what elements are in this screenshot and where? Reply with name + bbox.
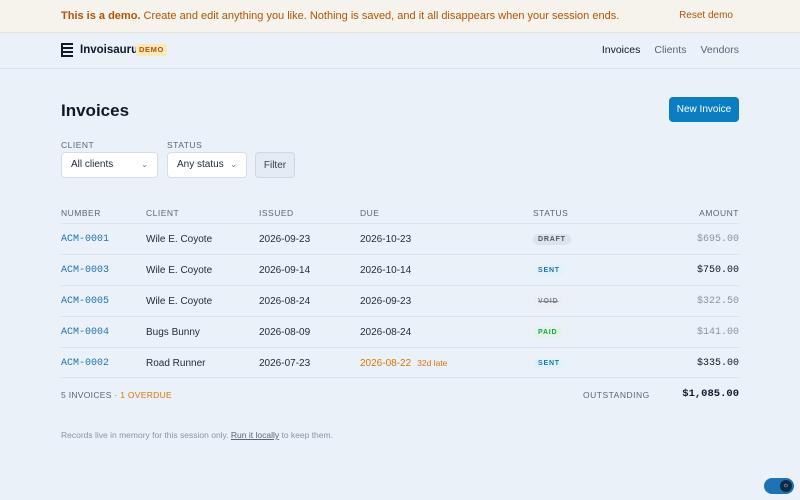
status-badge: DRAFT — [533, 234, 571, 245]
invoice-due-value: 2026-09-23 — [360, 296, 412, 307]
invoice-client: Wile E. Coyote — [146, 296, 213, 307]
client-select-value: All clients — [71, 159, 114, 170]
nav-link-clients[interactable]: Clients — [654, 44, 686, 56]
late-indicator: 32d late — [417, 358, 448, 368]
session-note-tail: to keep them. — [279, 430, 333, 440]
brand-name[interactable]: Invoisaurus — [80, 44, 145, 56]
invoice-count-summary: 5 INVOICES · 1 OVERDUE — [61, 390, 172, 400]
top-nav: Invoisaurus DEMO Invoices Clients Vendors — [0, 33, 800, 69]
invoice-due-value: 2026-10-14 — [360, 265, 412, 276]
invoice-client: Wile E. Coyote — [146, 265, 213, 276]
invoice-due-date: 2026-08-22 32d late — [360, 358, 447, 369]
nav-link-invoices[interactable]: Invoices — [602, 44, 641, 56]
outstanding-label: OUTSTANDING — [583, 390, 650, 400]
page-title: Invoices — [61, 101, 130, 120]
table-row[interactable]: ACM-0004 Bugs Bunny 2026-08-09 2026-08-24 PA… — [0, 317, 800, 348]
column-header-due: DUE — [360, 208, 380, 218]
column-header-amount: AMOUNT — [699, 208, 739, 218]
status-badge: PAID — [533, 327, 563, 338]
table-bottom-divider — [61, 377, 739, 378]
client-select[interactable]: All clients ⌄ — [61, 152, 158, 178]
status-filter-label: STATUS — [167, 140, 203, 150]
invoice-issued-date: 2026-08-09 — [259, 327, 311, 338]
invoice-number-link[interactable]: ACM-0005 — [61, 296, 109, 307]
demo-banner: This is a demo. Create and edit anything… — [0, 0, 800, 33]
invoice-due-value: 2026-08-22 — [360, 358, 412, 369]
invoice-amount: $750.00 — [696, 265, 739, 276]
invoice-due-date: 2026-10-23 — [360, 234, 411, 245]
session-note-text: Records live in memory for this session … — [61, 430, 231, 440]
status-select-value: Any status — [177, 159, 224, 170]
invoice-client: Road Runner — [146, 358, 206, 369]
status-select[interactable]: Any status ⌄ — [167, 152, 247, 178]
invoice-issued-date: 2026-07-23 — [259, 358, 311, 369]
column-header-status: STATUS — [533, 208, 569, 218]
theme-toggle[interactable]: ☼ — [764, 478, 794, 494]
run-locally-link[interactable]: Run it locally — [231, 430, 279, 440]
new-invoice-button[interactable]: New Invoice — [669, 97, 739, 122]
chevron-down-icon: ⌄ — [230, 160, 237, 169]
table-row[interactable]: ACM-0003 Wile E. Coyote 2026-09-14 2026-10-… — [0, 255, 800, 286]
status-badge: SENT — [533, 358, 565, 369]
column-header-number: NUMBER — [61, 208, 101, 218]
demo-banner-message: Create and edit anything you like. Nothi… — [140, 10, 620, 22]
overdue-count: 1 OVERDUE — [120, 390, 173, 400]
invoice-issued-date: 2026-08-24 — [259, 296, 311, 307]
invoice-number-link[interactable]: ACM-0004 — [61, 327, 109, 338]
summary-separator: · — [111, 390, 121, 400]
outstanding-total: $1,085.00 — [682, 388, 739, 400]
invoice-issued-date: 2026-09-23 — [259, 234, 311, 245]
invoice-due-date: 2026-08-24 — [360, 327, 411, 338]
status-badge: SENT — [533, 265, 565, 276]
invoice-due-date: 2026-09-23 — [360, 296, 411, 307]
invoice-due-value: 2026-10-23 — [360, 234, 412, 245]
demo-banner-text: This is a demo. Create and edit anything… — [61, 10, 619, 22]
invoice-due-value: 2026-08-24 — [360, 327, 412, 338]
nav-links: Invoices Clients Vendors — [602, 44, 739, 56]
table-row[interactable]: ACM-0005 Wile E. Coyote 2026-08-24 2026-09-… — [0, 286, 800, 317]
reset-demo-link[interactable]: Reset demo — [679, 10, 733, 21]
column-header-client: CLIENT — [146, 208, 180, 218]
invoice-amount: $322.50 — [696, 296, 739, 307]
invoice-amount: $695.00 — [696, 234, 739, 245]
invoice-client: Bugs Bunny — [146, 327, 200, 338]
invoice-amount: $335.00 — [696, 358, 739, 369]
sun-icon: ☼ — [780, 480, 792, 492]
table-row[interactable]: ACM-0001 Wile E. Coyote 2026-09-23 2026-10-… — [0, 224, 800, 255]
invoice-amount: $141.00 — [696, 327, 739, 338]
session-note: Records live in memory for this session … — [61, 430, 333, 440]
nav-link-vendors[interactable]: Vendors — [700, 44, 739, 56]
invoice-number-link[interactable]: ACM-0001 — [61, 234, 109, 245]
invoice-number-link[interactable]: ACM-0003 — [61, 265, 109, 276]
demo-badge: DEMO — [136, 44, 167, 56]
status-badge: VOID — [533, 296, 564, 307]
table-row[interactable]: ACM-0002 Road Runner 2026-07-23 2026-08-22 3… — [0, 348, 800, 379]
invoice-client: Wile E. Coyote — [146, 234, 213, 245]
filter-button[interactable]: Filter — [255, 152, 295, 178]
client-filter-label: CLIENT — [61, 140, 95, 150]
demo-banner-lead: This is a demo. — [61, 10, 141, 22]
stacked-lines-icon — [61, 43, 73, 57]
invoice-count: 5 INVOICES — [61, 390, 112, 400]
chevron-down-icon: ⌄ — [141, 160, 148, 169]
invoice-due-date: 2026-10-14 — [360, 265, 411, 276]
invoice-issued-date: 2026-09-14 — [259, 265, 311, 276]
column-header-issued: ISSUED — [259, 208, 294, 218]
invoice-number-link[interactable]: ACM-0002 — [61, 358, 109, 369]
